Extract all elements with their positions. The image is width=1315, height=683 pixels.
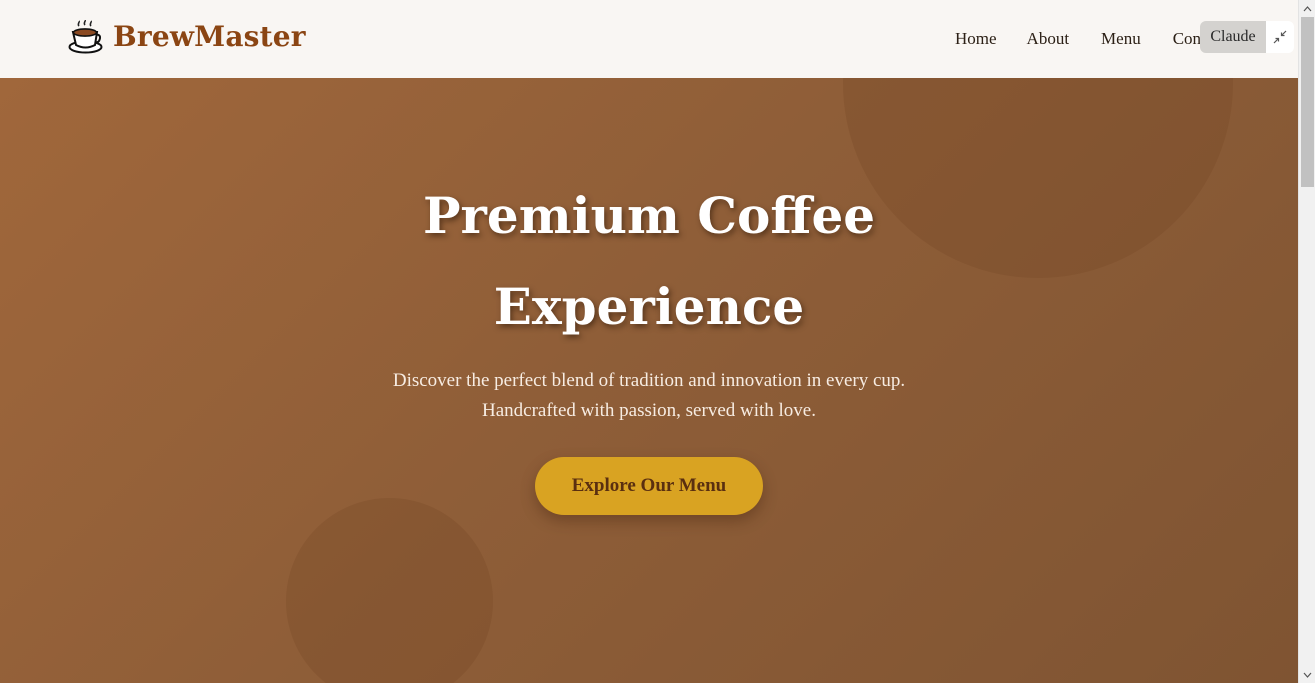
nav-link-menu[interactable]: Menu [1101,29,1141,49]
scroll-up-button[interactable] [1299,0,1315,17]
brand-logo[interactable]: BrewMaster [68,20,306,54]
collapse-button[interactable] [1266,21,1294,53]
page: BrewMaster Home About Menu Contact Claud… [0,0,1315,683]
site-header: BrewMaster Home About Menu Contact [0,0,1298,78]
main-nav: Home About Menu Contact [955,29,1226,49]
collapse-arrows-icon [1273,30,1287,44]
decorative-circle [286,498,493,683]
nav-link-home[interactable]: Home [955,29,997,49]
explore-menu-button[interactable]: Explore Our Menu [535,457,763,515]
hero-subtitle: Discover the perfect blend of tradition … [392,370,906,421]
scroll-up-arrow-icon [1303,5,1312,11]
brand-name: BrewMaster [113,20,306,53]
scroll-down-arrow-icon [1303,672,1312,678]
scroll-down-button[interactable] [1299,666,1315,683]
coffee-cup-icon [68,20,103,54]
vertical-scrollbar[interactable] [1298,0,1315,683]
hero-title: Premium Coffee Experience [422,186,876,336]
nav-link-about[interactable]: About [1027,29,1070,49]
hero-section: Premium Coffee Experience Discover the p… [0,78,1298,683]
claude-overlay-button[interactable]: Claude [1200,21,1266,53]
scroll-thumb[interactable] [1301,17,1314,187]
